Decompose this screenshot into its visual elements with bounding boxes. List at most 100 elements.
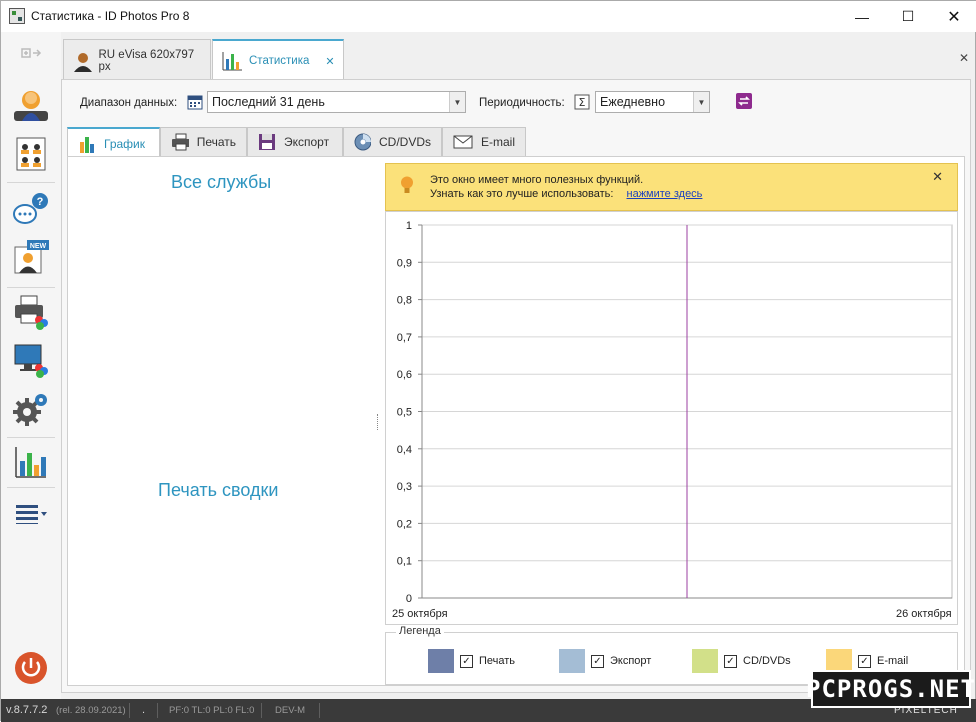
y-tick-label: 0,1 [397,556,412,568]
id-photo-sheet-icon[interactable] [13,136,49,172]
monitor-color-icon[interactable] [13,342,49,378]
counters-text: PF:0 TL:0 PL:0 FL:0 [169,705,255,716]
svg-text:Σ: Σ [579,96,586,109]
tab-label: RU eVisa 620x797 px [98,48,195,73]
tip-link[interactable]: нажмите здесь [627,188,703,200]
splitter-handle[interactable] [377,414,380,430]
svg-text:?: ? [37,196,44,208]
tab-cd-dvd[interactable]: CD/DVDs [343,127,442,157]
version-text: v.8.7.7.2 [6,704,48,716]
maximize-button[interactable]: ☐ [885,1,931,32]
sidebar-divider [7,487,55,488]
tip-banner: Это окно имеет много полезных функций. У… [385,163,958,211]
tip-text: Это окно имеет много полезных функций. [430,174,644,186]
settings-gear-icon[interactable] [13,392,49,428]
chevron-down-icon[interactable]: ▼ [449,92,465,112]
bar-chart-icon [222,52,242,71]
add-layout-icon[interactable] [13,44,49,64]
sigma-icon: Σ [574,94,590,110]
legend-checkbox[interactable]: ✓ [858,654,871,668]
legend-label: Экспорт [610,655,652,667]
y-tick-label: 0,4 [397,444,412,456]
range-select-value: Последний 31 день [212,95,325,109]
all-services-link[interactable]: Все службы [171,172,271,193]
power-icon[interactable] [13,650,49,686]
tab-label: Экспорт [284,135,330,149]
bar-chart-icon [80,136,94,153]
watermark: PCPROGS.NET [806,670,975,708]
legend-swatch [428,649,454,673]
legend-item-cd-dvd[interactable]: ✓ CD/DVDs [692,649,791,673]
legend-checkbox[interactable]: ✓ [460,654,473,668]
menu-list-icon[interactable] [13,496,49,532]
tab-email[interactable]: E-mail [442,127,526,157]
chart-plot: 0 0,1 0,2 0,3 0,4 0,5 0,6 0,7 0,8 0,9 1 25 октября 2… [392,220,953,620]
statistics-chart: 0 0,1 0,2 0,3 0,4 0,5 0,6 0,7 0,8 0,9 1 25 октября 2… [385,211,958,625]
y-tick-label: 0,5 [397,407,412,419]
y-tick-label: 0,8 [397,295,412,307]
tab-label: Статистика [249,55,310,67]
sidebar-divider [7,182,55,183]
window-title: Статистика - ID Photos Pro 8 [31,9,190,23]
y-tick-label: 0,2 [397,518,412,530]
legend-swatch [559,649,585,673]
legend-item-export[interactable]: ✓ Экспорт [559,649,651,673]
release-text: (rel. 28.09.2021) [56,705,126,716]
sidebar-divider [7,287,55,288]
refresh-icon[interactable] [735,92,753,110]
y-tick-label: 0,7 [397,332,412,344]
tip-close-button[interactable]: ✕ [932,169,943,185]
x-tick-label: 26 октября [896,608,952,620]
legend-checkbox[interactable]: ✓ [591,654,604,668]
help-chat-icon[interactable]: ? [13,192,49,228]
print-summary-link[interactable]: Печать сводки [158,480,278,501]
legend-title: Легенда [396,625,444,637]
range-select[interactable]: Последний 31 день ▼ [207,91,466,113]
tab-label: CD/DVDs [378,135,431,149]
floppy-disk-icon [259,134,275,150]
x-tick-label: 25 октября [392,608,448,620]
tab-label: Печать [196,135,236,149]
app-window: Статистика - ID Photos Pro 8 — ☐ ✕ ? NEW [0,0,976,722]
status-divider [129,703,130,718]
print-color-icon[interactable] [13,294,49,330]
panel-close-button[interactable]: ✕ [959,51,969,65]
period-label: Периодичность: [479,97,565,109]
legend-label: Печать [479,655,516,667]
tab-label: График [104,136,145,151]
title-bar: Статистика - ID Photos Pro 8 — ☐ ✕ [1,1,976,32]
tab-print[interactable]: Печать [160,127,247,157]
legend-checkbox[interactable]: ✓ [724,654,737,668]
range-label: Диапазон данных: [80,97,178,109]
status-divider [261,703,262,718]
period-select-value: Ежедневно [600,95,666,109]
sidebar-divider [7,437,55,438]
app-logo-icon [9,8,25,24]
mode-text: DEV-M [275,705,306,716]
chevron-down-icon[interactable]: ▼ [693,92,709,112]
printer-icon [172,133,189,151]
y-tick-label: 1 [406,220,412,232]
lightbulb-icon [401,176,413,193]
minimize-button[interactable]: — [839,1,885,32]
y-tick-label: 0 [406,593,412,605]
statistics-chart-icon[interactable] [13,444,49,480]
tab-ru-evisa[interactable]: RU eVisa 620x797 px [63,39,211,81]
legend-swatch [692,649,718,673]
user-profile-icon[interactable] [13,86,49,122]
y-tick-label: 0,3 [397,481,412,493]
tab-export[interactable]: Экспорт [247,127,343,157]
tab-close-button[interactable]: ✕ [325,55,334,68]
tab-graph[interactable]: График [67,127,160,158]
tab-label: E-mail [481,135,516,149]
user-photo-icon [74,52,92,72]
close-window-button[interactable]: ✕ [931,1,976,32]
sidebar: ? NEW [1,32,61,699]
tab-statistics[interactable]: Статистика ✕ [212,39,344,81]
legend-label: CD/DVDs [743,655,791,667]
legend-item-print[interactable]: ✓ Печать [428,649,515,673]
calendar-icon[interactable] [187,94,203,110]
new-photo-icon[interactable]: NEW [13,240,49,276]
period-select[interactable]: Ежедневно ▼ [595,91,710,113]
legend-label: E-mail [877,655,909,667]
